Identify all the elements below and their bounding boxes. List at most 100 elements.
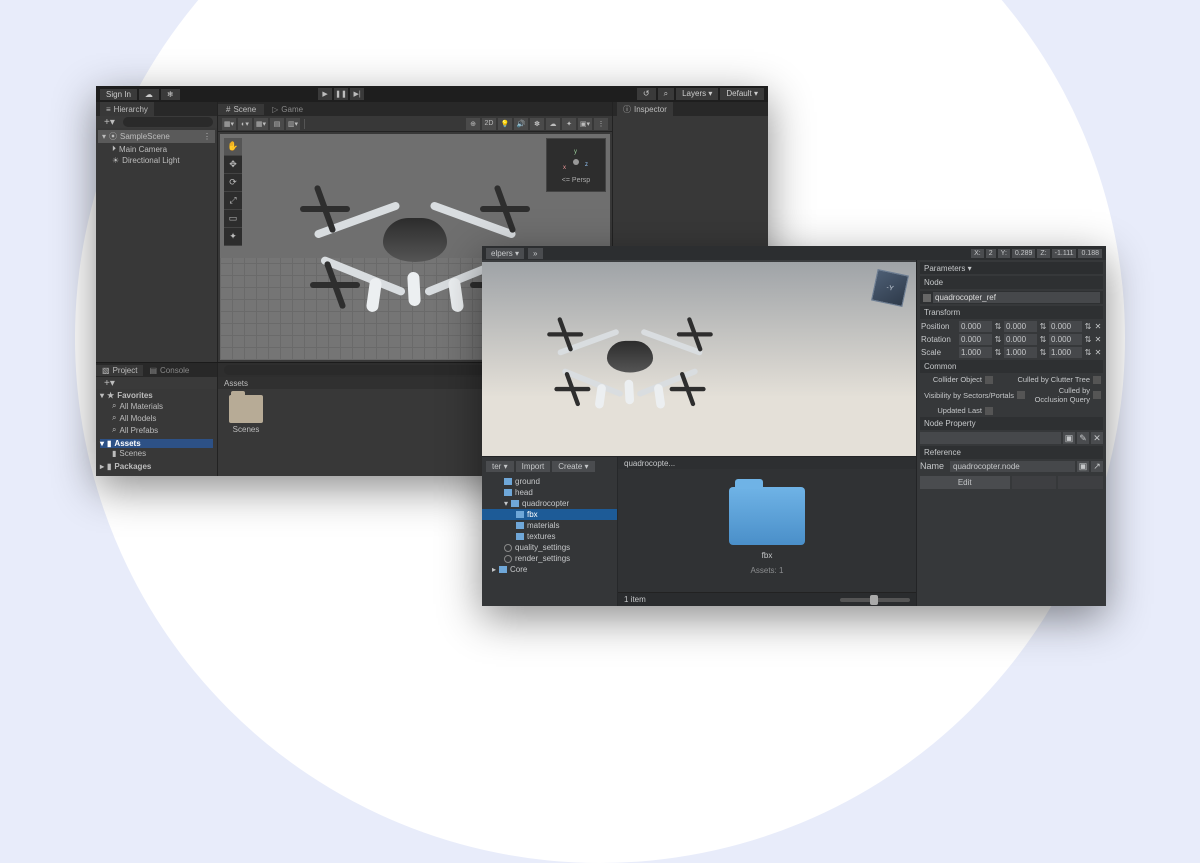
folder-browse-icon[interactable]: ▣ bbox=[1063, 432, 1075, 444]
clear-icon[interactable]: ✕ bbox=[1091, 432, 1103, 444]
pos-y[interactable]: 0.000 bbox=[1004, 321, 1037, 332]
clutter-checkbox[interactable] bbox=[1093, 376, 1101, 384]
enable-checkbox[interactable] bbox=[923, 294, 931, 302]
pos-z[interactable]: 0.000 bbox=[1049, 321, 1082, 332]
scene-root[interactable]: ▾ ⦿ SampleScene ⋮ bbox=[98, 130, 215, 143]
coord-y[interactable]: 0.289 bbox=[1012, 249, 1036, 258]
spinner-icon[interactable]: ⇅ bbox=[1084, 348, 1092, 357]
rot-z[interactable]: 0.000 bbox=[1049, 334, 1082, 345]
spinner-icon[interactable]: ⇅ bbox=[994, 335, 1002, 344]
inspector-tab[interactable]: ⓘ Inspector bbox=[617, 102, 673, 116]
tree-item[interactable]: quality_settings bbox=[482, 542, 617, 553]
scl-y[interactable]: 1.000 bbox=[1004, 347, 1037, 358]
create-dropdown[interactable]: Create ▾ bbox=[552, 461, 594, 472]
rot-y[interactable]: 0.000 bbox=[1004, 334, 1037, 345]
tool-light[interactable]: 💡 bbox=[498, 118, 512, 130]
nav-forward[interactable]: » bbox=[528, 248, 542, 259]
pause-button[interactable]: ❚❚ bbox=[334, 88, 348, 100]
tool-shading[interactable]: ◐▾ bbox=[238, 118, 252, 130]
thumbnail-size-slider[interactable] bbox=[840, 598, 910, 602]
tab-project[interactable]: ▧ Project bbox=[96, 365, 143, 376]
tool-rotate[interactable]: ⟳ bbox=[224, 174, 242, 192]
assets-item[interactable]: ▮Scenes bbox=[100, 448, 213, 459]
favorite-item[interactable]: ⌕All Models bbox=[100, 412, 213, 424]
edit-icon[interactable]: ✎ bbox=[1077, 432, 1089, 444]
spinner-icon[interactable]: ⇅ bbox=[1039, 348, 1047, 357]
edit-button[interactable]: Edit bbox=[920, 476, 1010, 489]
layers-dropdown[interactable]: Layers ▾ bbox=[676, 88, 718, 100]
tool-skybox[interactable]: ☁ bbox=[546, 118, 560, 130]
updated-checkbox[interactable] bbox=[985, 407, 993, 415]
asset-folder[interactable]: Scenes bbox=[226, 395, 266, 434]
favorite-item[interactable]: ⌕All Prefabs bbox=[100, 424, 213, 436]
favorites-header[interactable]: ▾★ Favorites bbox=[100, 391, 213, 400]
spinner-icon[interactable]: ⇅ bbox=[994, 348, 1002, 357]
coord-z[interactable]: -1.111 bbox=[1052, 249, 1077, 258]
tree-item[interactable]: render_settings bbox=[482, 553, 617, 564]
tree-item[interactable]: ▸Core bbox=[482, 564, 617, 575]
scl-x[interactable]: 1.000 bbox=[959, 347, 992, 358]
reset-icon[interactable]: ✕ bbox=[1094, 322, 1102, 331]
search-top-button[interactable]: ⌕ bbox=[658, 88, 674, 100]
reset-icon[interactable]: ✕ bbox=[1094, 348, 1102, 357]
cloud-button[interactable]: ☁ bbox=[139, 89, 159, 100]
collider-checkbox[interactable] bbox=[985, 376, 993, 384]
tool-grid[interactable]: ▦▾ bbox=[254, 118, 268, 130]
spinner-icon[interactable]: ⇅ bbox=[1039, 322, 1047, 331]
visibility-checkbox[interactable] bbox=[1017, 391, 1025, 399]
tree-item[interactable]: fbx bbox=[482, 509, 617, 520]
tool-dropdown[interactable]: ▦▾ bbox=[222, 118, 236, 130]
reset-icon[interactable]: ✕ bbox=[1094, 335, 1102, 344]
hierarchy-search[interactable] bbox=[123, 117, 213, 127]
helpers-dropdown[interactable]: elpers ▾ bbox=[486, 248, 524, 259]
scl-z[interactable]: 1.000 bbox=[1049, 347, 1082, 358]
asset-folder[interactable] bbox=[729, 487, 805, 545]
filter-dropdown[interactable]: ter ▾ bbox=[486, 461, 514, 472]
folder-browse-icon[interactable]: ▣ bbox=[1077, 461, 1089, 472]
tool-transform[interactable]: ✦ bbox=[224, 228, 242, 246]
orientation-gizmo[interactable]: y z x <= Persp bbox=[546, 138, 606, 192]
spinner-icon[interactable]: ⇅ bbox=[1084, 335, 1092, 344]
tool-scale[interactable]: ⤢ bbox=[224, 192, 242, 210]
goto-icon[interactable]: ↗ bbox=[1091, 461, 1103, 472]
tool-extra[interactable]: ⋮ bbox=[594, 118, 608, 130]
hierarchy-item[interactable]: ⏵ Main Camera bbox=[98, 143, 215, 155]
snow-button[interactable]: ❄ bbox=[161, 89, 180, 100]
tool-move[interactable]: ✥ bbox=[224, 156, 242, 174]
coord-x[interactable]: 2 bbox=[986, 249, 996, 258]
node-name-input[interactable] bbox=[933, 292, 1100, 303]
assets-header[interactable]: ▾▮ Assets bbox=[100, 439, 213, 448]
tree-item[interactable]: materials bbox=[482, 520, 617, 531]
tool-hand[interactable]: ✋ bbox=[224, 138, 242, 156]
tool-rect[interactable]: ▭ bbox=[224, 210, 242, 228]
layout-dropdown[interactable]: Default ▾ bbox=[720, 88, 764, 100]
tree-item[interactable]: ground bbox=[482, 476, 617, 487]
unigine-viewport[interactable]: -Y bbox=[482, 262, 916, 456]
tool-snap[interactable]: ▤ bbox=[270, 118, 284, 130]
hierarchy-item[interactable]: ☀ Directional Light bbox=[98, 155, 215, 166]
nodeprop-field[interactable] bbox=[920, 432, 1061, 444]
spinner-icon[interactable]: ⇅ bbox=[1039, 335, 1047, 344]
signin-button[interactable]: Sign In bbox=[100, 89, 137, 100]
tool-2d[interactable]: 2D bbox=[482, 118, 496, 130]
favorite-item[interactable]: ⌕All Materials bbox=[100, 400, 213, 412]
tool-gizmos[interactable]: ✦ bbox=[562, 118, 576, 130]
reference-name-field[interactable]: quadrocopter.node bbox=[950, 461, 1075, 472]
import-button[interactable]: Import bbox=[516, 461, 551, 472]
tab-game[interactable]: ▷Game bbox=[264, 104, 311, 115]
hierarchy-tab[interactable]: ≡ Hierarchy bbox=[100, 102, 154, 116]
coord-a[interactable]: 0.188 bbox=[1078, 249, 1102, 258]
orientation-cube[interactable]: -Y bbox=[871, 269, 909, 307]
spinner-icon[interactable]: ⇅ bbox=[994, 322, 1002, 331]
pos-x[interactable]: 0.000 bbox=[959, 321, 992, 332]
tree-item[interactable]: ▾quadrocopter bbox=[482, 498, 617, 509]
hierarchy-add-button[interactable]: +▾ bbox=[100, 117, 119, 128]
tree-item[interactable]: textures bbox=[482, 531, 617, 542]
tool-audio[interactable]: 🔊 bbox=[514, 118, 528, 130]
tab-scene[interactable]: #Scene bbox=[218, 104, 264, 115]
tab-console[interactable]: ▤ Console bbox=[143, 365, 195, 376]
packages-header[interactable]: ▸▮ Packages bbox=[100, 462, 213, 471]
spinner-icon[interactable]: ⇅ bbox=[1084, 322, 1092, 331]
tool-camera[interactable]: ▣▾ bbox=[578, 118, 592, 130]
play-button[interactable]: ▶ bbox=[318, 88, 332, 100]
